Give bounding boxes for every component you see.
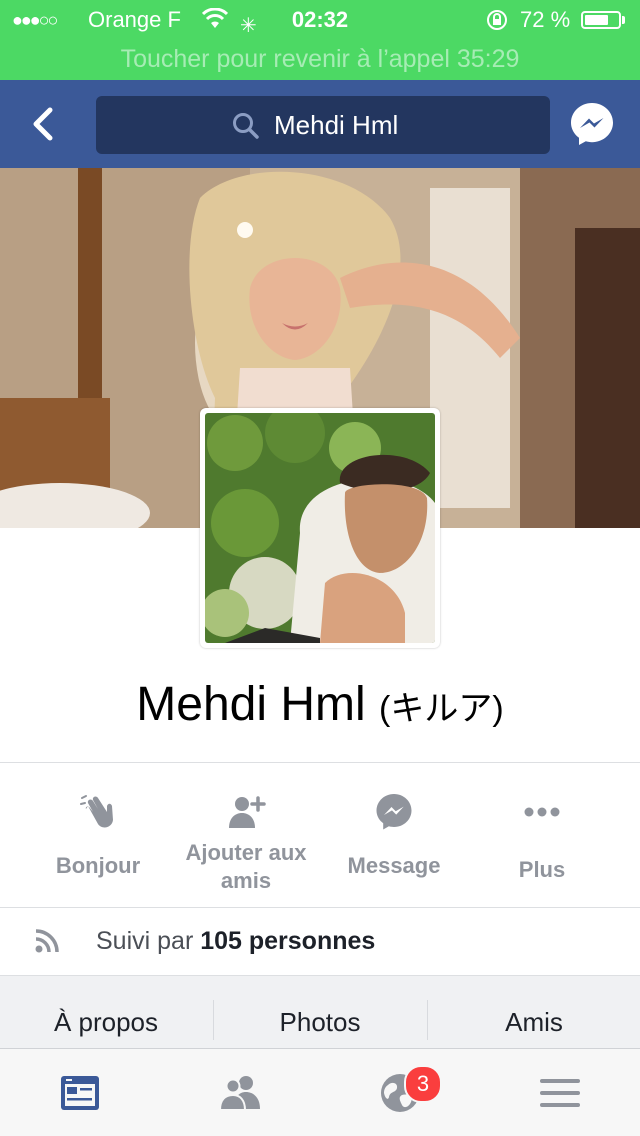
more-dots-icon (524, 807, 560, 817)
profile-picture-image (205, 413, 435, 643)
search-value: Mehdi Hml (274, 110, 399, 140)
nav-bar: Mehdi Hml (0, 80, 640, 168)
wave-label: Bonjour (55, 853, 141, 878)
divider (0, 762, 640, 763)
search-icon (233, 113, 259, 139)
tab-friends[interactable]: Amis (428, 976, 640, 1048)
profile-alternate-name: (キルア) (379, 690, 504, 728)
notifications-badge: 3 (404, 1065, 442, 1103)
battery-percent: 72 % (520, 7, 571, 32)
messenger-icon[interactable] (568, 100, 616, 148)
followers-prefix: Suivi par (96, 927, 201, 955)
followers-row[interactable]: Suivi par 105 personnes (0, 908, 640, 974)
menu-icon[interactable] (538, 1071, 582, 1115)
profile-tabs: À propos Photos Amis (0, 976, 640, 1048)
profile-name-text: Mehdi Hml (136, 678, 366, 731)
news-feed-icon[interactable] (58, 1071, 102, 1115)
back-arrow-icon[interactable] (22, 102, 66, 146)
battery-level-fill (585, 15, 608, 25)
tab-photos[interactable]: Photos (214, 976, 426, 1048)
add-friend-button[interactable]: Ajouter aux amis (172, 764, 320, 906)
message-button[interactable]: Message (320, 764, 468, 906)
profile-actions: Bonjour Ajouter aux amis Message Plus (0, 764, 640, 906)
profile-picture[interactable] (200, 408, 440, 648)
followers-text: Suivi par 105 personnes (96, 908, 375, 974)
wave-button[interactable]: Bonjour (24, 764, 172, 906)
more-label: Plus (518, 857, 566, 882)
followers-count: 105 personnes (200, 927, 376, 955)
message-label: Message (347, 853, 441, 878)
tab-about[interactable]: À propos (0, 976, 212, 1048)
battery-icon (581, 11, 621, 29)
return-to-call-banner[interactable]: Toucher pour revenir à l’appel 35:29 (0, 40, 640, 80)
add-friend-label: Ajouter aux amis (185, 840, 307, 893)
wave-hand-icon (80, 795, 113, 828)
status-bar: ●●●○○ Orange F ✳ 02:32 72 % Toucher pour… (0, 0, 640, 80)
add-friend-icon (229, 796, 266, 828)
more-button[interactable]: Plus (468, 764, 616, 906)
messenger-icon (376, 794, 412, 830)
search-input[interactable]: Mehdi Hml (96, 96, 550, 154)
rotation-lock-icon (487, 10, 507, 30)
friends-icon[interactable] (218, 1071, 262, 1115)
battery-tip (622, 16, 625, 24)
profile-name: Mehdi Hml (キルア) (0, 670, 640, 744)
rss-feed-icon (35, 929, 59, 953)
bottom-tab-bar: 3 (0, 1048, 640, 1136)
